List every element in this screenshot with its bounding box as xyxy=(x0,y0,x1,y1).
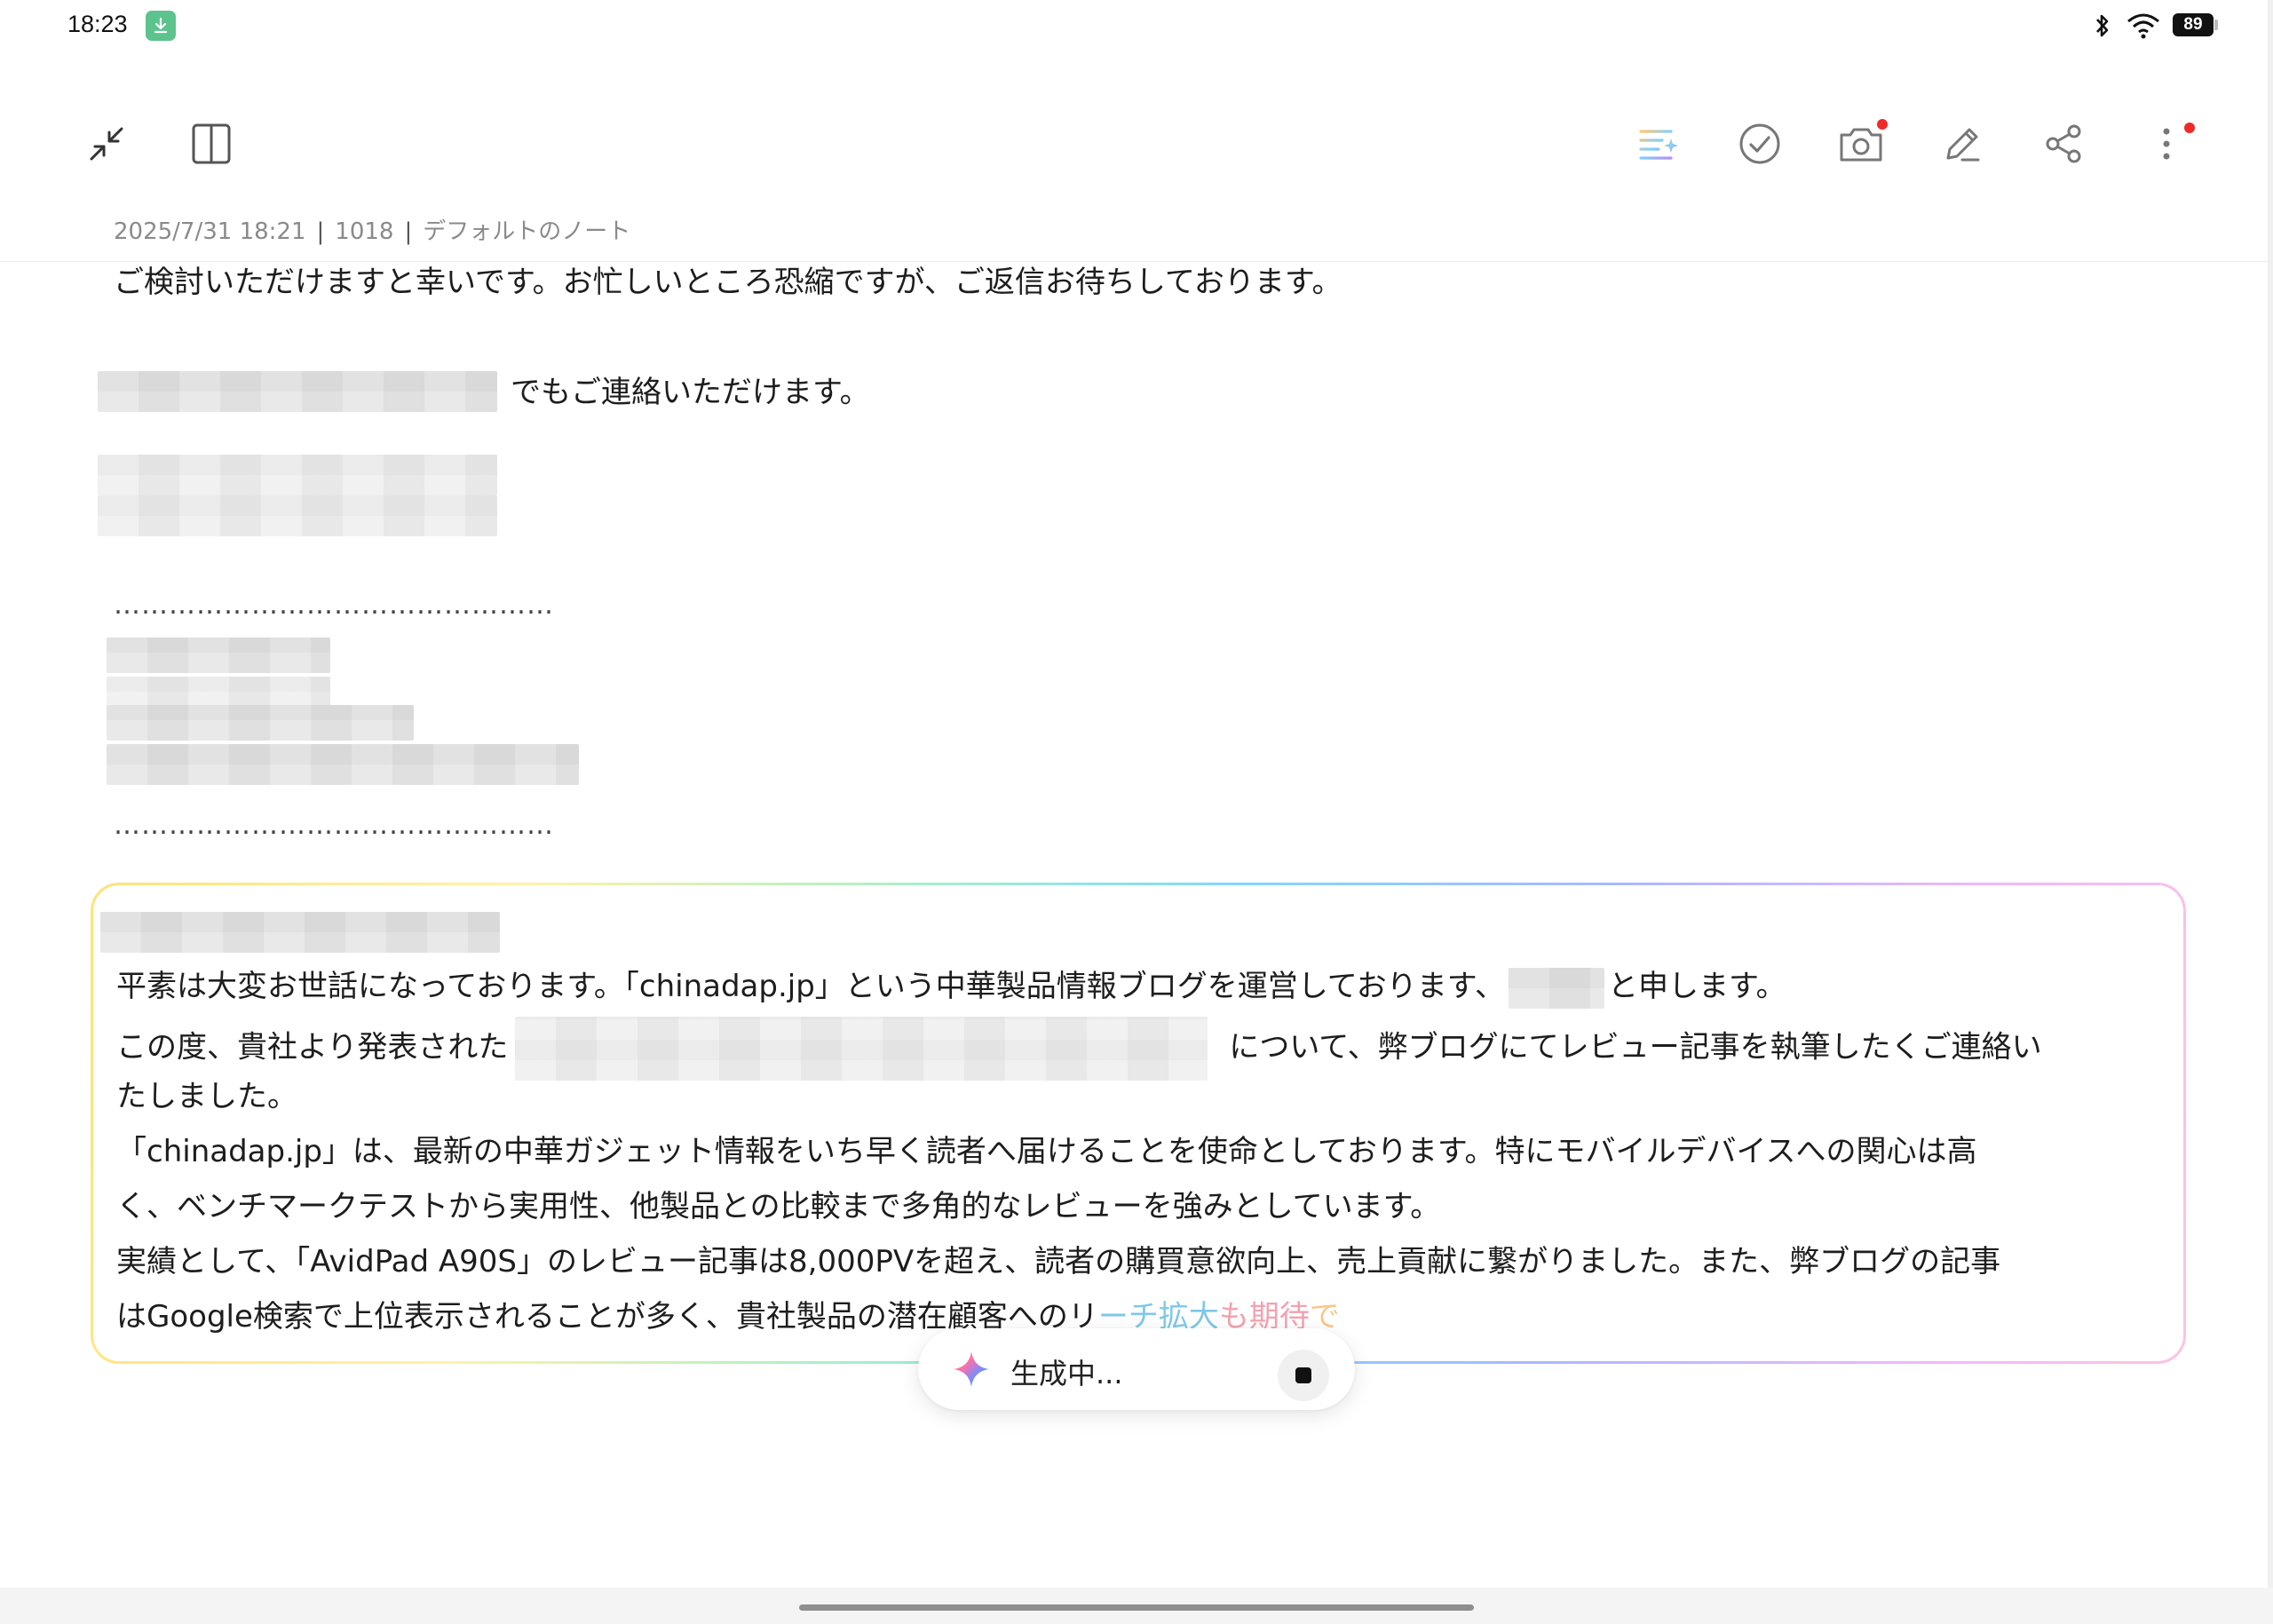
battery-tip xyxy=(2214,20,2218,30)
ai-text-line: 実績として、「AvidPad A90S」のレビュー記事は8,000PVを超え、読… xyxy=(116,1244,2001,1279)
note-line: ご検討いただけますと幸いです。お忙しいところ恐縮ですが、ご返信お待ちしております… xyxy=(114,265,1342,300)
more-button[interactable] xyxy=(2140,117,2195,170)
ai-text-line: 平素は大変お世話になっております。「chinadap.jp」という中華製品情報ブ… xyxy=(116,962,1786,1009)
redacted-text xyxy=(1509,967,1605,1009)
camera-button[interactable] xyxy=(1834,117,1888,170)
note-meta: 2025/7/31 18:21 | 1018 | デフォルトのノート xyxy=(114,213,630,246)
generating-label: 生成中... xyxy=(1010,1357,1123,1390)
note-datetime: 2025/7/31 18:21 xyxy=(114,218,306,245)
ai-text: と申します。 xyxy=(1608,969,1786,1004)
status-time: 18:23 xyxy=(67,11,128,37)
separator-dots: ………………………………………… xyxy=(114,590,554,621)
note-char-count: 1018 xyxy=(335,218,394,245)
note-line: でもご連絡いただけます。 xyxy=(511,375,870,410)
bluetooth-icon xyxy=(2093,12,2112,43)
generating-indicator: 生成中... xyxy=(918,1328,1355,1410)
collapse-icon xyxy=(90,127,123,161)
redacted-text xyxy=(107,744,579,785)
ai-generation-content: 平素は大変お世話になっております。「chinadap.jp」という中華製品情報ブ… xyxy=(93,885,2183,1361)
camera-notification-dot xyxy=(1877,119,1888,130)
checklist-icon xyxy=(1739,123,1780,164)
ai-text-line: この度、貴社より発表された について、弊ブログにてレビュー記事を執筆したくご連絡い xyxy=(116,1017,2042,1081)
ai-text: この度、貴社より発表された xyxy=(116,1029,509,1066)
battery-icon: 89 xyxy=(2173,13,2214,36)
ai-text-line: たしました。 xyxy=(116,1079,297,1114)
ai-format-icon xyxy=(1639,130,1678,160)
split-view-icon xyxy=(192,123,231,164)
split-view-button[interactable] xyxy=(185,117,238,170)
note-toolbar xyxy=(0,98,2273,186)
ai-generation-box: 平素は大変お世話になっております。「chinadap.jp」という中華製品情報ブ… xyxy=(91,883,2186,1364)
redacted-text xyxy=(515,1017,1208,1081)
ai-text: 平素は大変お世話になっております。「chinadap.jp」という中華製品情報ブ… xyxy=(116,969,1506,1004)
status-bar: 18:23 89 xyxy=(0,0,2273,53)
checklist-button[interactable] xyxy=(1733,117,1786,170)
pen-button[interactable] xyxy=(1936,117,1989,170)
redacted-text xyxy=(98,371,497,412)
redacted-text xyxy=(107,638,330,673)
home-gesture-handle[interactable] xyxy=(799,1604,1474,1611)
stop-icon xyxy=(1295,1367,1311,1383)
pen-icon xyxy=(1946,128,1980,162)
ai-text: について、弊ブログにてレビュー記事を執筆したくご連絡い xyxy=(1229,1029,2042,1066)
sparkle-icon xyxy=(952,1350,991,1392)
meta-separator: | xyxy=(316,218,325,245)
redacted-text xyxy=(98,495,497,536)
redacted-text xyxy=(98,455,497,495)
redacted-text xyxy=(107,705,414,741)
header-divider xyxy=(0,261,2273,262)
ai-format-button[interactable] xyxy=(1632,117,1685,170)
more-notification-dot xyxy=(2184,123,2195,133)
redacted-text xyxy=(100,912,500,953)
share-icon xyxy=(2046,124,2081,163)
note-notebook[interactable]: デフォルトのノート xyxy=(423,218,630,245)
more-icon xyxy=(2163,128,2170,160)
wifi-icon xyxy=(2126,12,2161,43)
collapse-button[interactable] xyxy=(80,117,133,170)
ai-text-line: 「chinadap.jp」は、最新の中華ガジェット情報をいち早く読者へ届けること… xyxy=(116,1134,1977,1169)
share-button[interactable] xyxy=(2037,117,2090,170)
ai-text-line: く、ベンチマークテストから実用性、他製品との比較まで多角的なレビューを強みとして… xyxy=(116,1189,1441,1224)
separator-dots: ………………………………………… xyxy=(114,810,554,841)
scrollbar-track[interactable] xyxy=(2268,0,2273,1588)
download-icon xyxy=(146,11,176,41)
system-nav-bar xyxy=(0,1588,2273,1624)
stop-generation-button[interactable] xyxy=(1278,1350,1329,1401)
meta-separator: | xyxy=(404,218,413,245)
